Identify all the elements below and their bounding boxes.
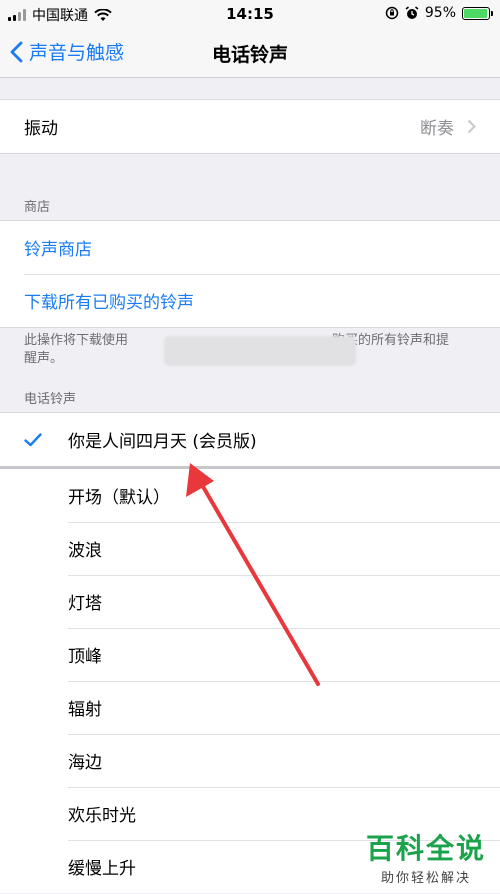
ringtone-label: 灯塔	[68, 594, 102, 614]
blurred-account-id	[164, 336, 356, 366]
ringtone-label: 缓慢上升	[68, 859, 136, 879]
ringtone-row[interactable]: 顶峰	[0, 628, 500, 681]
battery-fill	[464, 8, 487, 18]
alarm-icon	[405, 6, 419, 19]
ringtone-row[interactable]: 辐射	[0, 681, 500, 734]
ringtone-row[interactable]: 海边	[0, 734, 500, 787]
chevron-right-icon	[467, 119, 476, 134]
vibration-value: 断奏	[420, 119, 454, 139]
vibration-row[interactable]: 振动 断奏	[0, 100, 500, 153]
back-label: 声音与触感	[29, 42, 125, 64]
ringtone-label: 你是人间四月天 (会员版)	[68, 432, 257, 452]
ringtone-label: 开场（默认）	[68, 488, 170, 508]
ringtone-label: 欢乐时光	[68, 806, 136, 826]
store-group: 铃声商店 下载所有已购买的铃声	[0, 220, 500, 328]
ringtone-label: 波浪	[68, 541, 102, 561]
ringtone-label: 海边	[68, 753, 102, 773]
vibration-group: 振动 断奏	[0, 99, 500, 154]
status-right: 95%	[385, 5, 493, 21]
ringtones-group: 你是人间四月天 (会员版) 开场（默认） 波浪 灯塔 顶峰 辐射 海边 欢乐时光…	[0, 412, 500, 893]
back-button[interactable]: 声音与触感	[10, 38, 124, 65]
battery-icon	[462, 6, 493, 20]
ringtone-label: 顶峰	[68, 647, 102, 667]
status-bar: 中国联通 14:15 95%	[0, 0, 500, 28]
lock-rotation-icon	[385, 6, 399, 20]
vibration-label: 振动	[24, 119, 58, 139]
watermark-logo: 百科全说 助你轻松解决	[366, 827, 486, 886]
footer-line-2: 醒声。	[24, 351, 64, 366]
watermark-title: 百科全说	[365, 832, 486, 865]
battery-percent: 95%	[424, 5, 456, 21]
ringtone-row-selected[interactable]: 你是人间四月天 (会员版)	[0, 413, 500, 466]
download-purchased-link[interactable]: 下载所有已购买的铃声	[0, 274, 500, 327]
footer-prefix: 此操作将下载使用	[24, 333, 129, 348]
ringtone-row[interactable]: 灯塔	[0, 575, 500, 628]
ringtone-store-label: 铃声商店	[24, 240, 92, 260]
ringtone-row[interactable]: 开场（默认）	[0, 469, 500, 522]
ringtone-label: 辐射	[68, 700, 102, 720]
checkmark-icon	[24, 432, 42, 446]
ringtone-row[interactable]: 波浪	[0, 522, 500, 575]
chevron-left-icon	[10, 41, 23, 62]
store-footer: 此操作将下载使用 购买的所有铃声和提 醒声。	[24, 332, 474, 368]
download-purchased-label: 下载所有已购买的铃声	[24, 293, 194, 313]
navigation-bar: 声音与触感 电话铃声	[0, 28, 500, 78]
ringtone-store-link[interactable]: 铃声商店	[0, 221, 500, 274]
watermark-subtitle: 助你轻松解决	[380, 871, 471, 886]
ringtones-section-header: 电话铃声	[24, 392, 77, 407]
store-section-header: 商店	[24, 200, 51, 215]
